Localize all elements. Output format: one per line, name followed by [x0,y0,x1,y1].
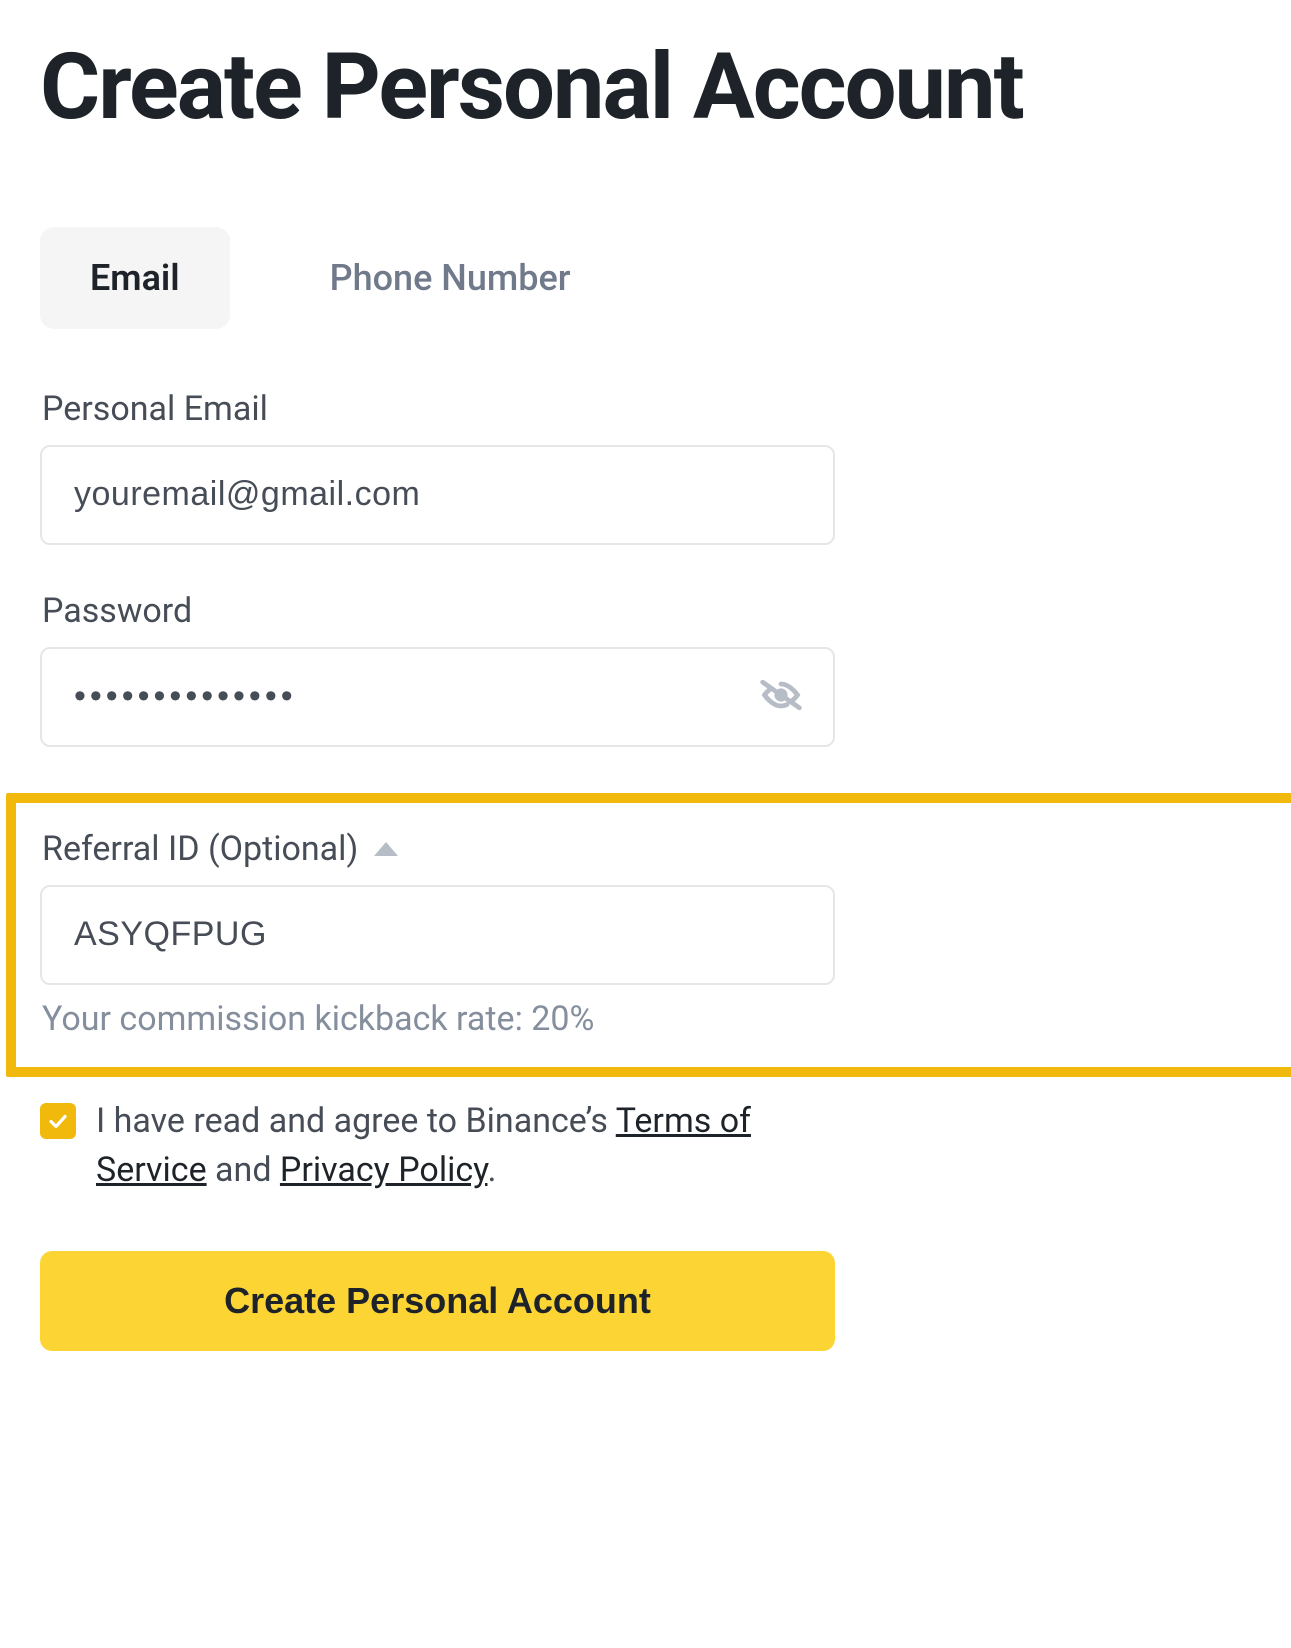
referral-input-wrap [40,885,835,985]
check-icon [46,1109,70,1133]
toggle-password-visibility-button[interactable] [757,673,805,721]
email-input[interactable] [72,474,803,515]
create-account-button[interactable]: Create Personal Account [40,1251,835,1351]
password-label: Password [42,591,835,631]
commission-kickback-text: Your commission kickback rate: 20% [42,999,1291,1039]
page-title: Create Personal Account [40,40,1251,137]
referral-highlight-box: Referral ID (Optional) Your commission k… [6,793,1291,1077]
eye-off-icon [759,673,803,721]
agree-checkbox[interactable] [40,1103,76,1139]
agree-prefix: I have read and agree to Binance’s [96,1101,616,1141]
email-field-block: Personal Email [40,389,835,545]
password-input[interactable] [72,676,803,717]
password-input-wrap [40,647,835,747]
agree-mid: and [207,1150,280,1190]
tab-email[interactable]: Email [40,227,230,329]
email-label: Personal Email [42,389,835,429]
referral-id-input[interactable] [72,914,803,955]
agree-suffix: . [487,1150,496,1190]
referral-label: Referral ID (Optional) [42,829,358,869]
account-type-tabs: Email Phone Number [40,227,835,329]
privacy-policy-link[interactable]: Privacy Policy [280,1150,488,1190]
tab-phone-number[interactable]: Phone Number [280,227,621,329]
caret-up-icon[interactable] [374,842,398,856]
agree-row: I have read and agree to Binance’s Terms… [40,1097,835,1196]
email-input-wrap [40,445,835,545]
agree-text: I have read and agree to Binance’s Terms… [96,1097,835,1196]
password-field-block: Password [40,591,835,747]
